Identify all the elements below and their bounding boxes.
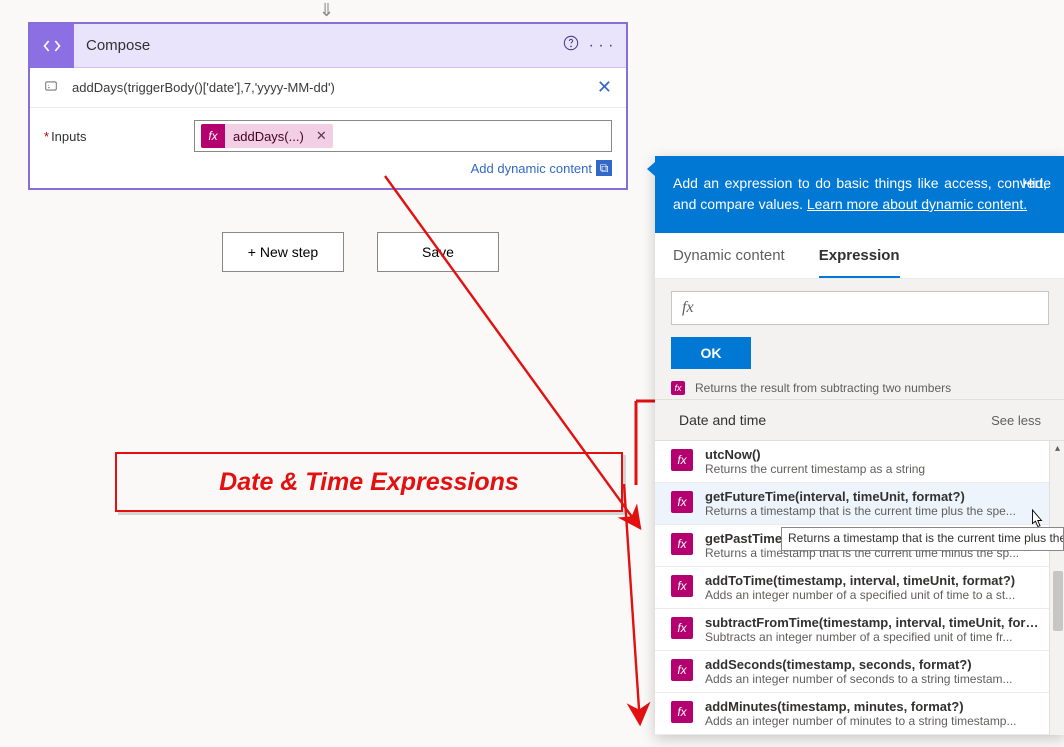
func-utcnow[interactable]: fx utcNow()Returns the current timestamp… — [655, 441, 1064, 483]
ok-button[interactable]: OK — [671, 337, 751, 369]
token-text: addDays(...) — [225, 129, 310, 144]
more-icon[interactable]: · · · — [586, 37, 616, 55]
category-date-time: Date and time See less — [655, 399, 1064, 441]
compose-card: Compose · · · addDays(triggerBody()['dat… — [28, 22, 628, 190]
func-addseconds[interactable]: fx addSeconds(timestamp, seconds, format… — [655, 651, 1064, 693]
scroll-up-icon[interactable]: ▴ — [1050, 441, 1064, 457]
ok-row: OK — [655, 337, 1064, 381]
inputs-label: *Inputs — [44, 129, 194, 144]
fx-icon: fx — [671, 381, 685, 395]
prev-category-tail: fx Returns the result from subtracting t… — [655, 381, 1064, 399]
expression-panel: Add an expression to do basic things lik… — [655, 156, 1064, 735]
clear-expression-icon[interactable]: ✕ — [597, 77, 612, 98]
fx-icon: fx — [671, 533, 693, 555]
func-addtotime[interactable]: fx addToTime(timestamp, interval, timeUn… — [655, 567, 1064, 609]
expression-input-wrap: fx — [655, 279, 1064, 337]
action-buttons: + New step Save — [222, 232, 499, 272]
expression-token[interactable]: fx addDays(...) ✕ — [201, 124, 333, 148]
add-dynamic-content-link[interactable]: Add dynamic content⧉ — [30, 154, 626, 188]
expression-text-input[interactable] — [702, 300, 1038, 317]
tab-expression[interactable]: Expression — [819, 233, 900, 278]
fx-prefix-icon: fx — [682, 299, 694, 317]
fx-icon: fx — [671, 659, 693, 681]
expression-preview-text: addDays(triggerBody()['date'],7,'yyyy-MM… — [62, 80, 597, 95]
fx-icon: fx — [201, 124, 225, 148]
expression-indicator-icon — [44, 79, 62, 96]
fx-icon: fx — [671, 575, 693, 597]
annotation-callout: Date & Time Expressions — [115, 452, 623, 512]
func-addminutes[interactable]: fx addMinutes(timestamp, minutes, format… — [655, 693, 1064, 735]
func-getfuturetime[interactable]: fx getFutureTime(interval, timeUnit, for… — [655, 483, 1064, 525]
expression-preview-row: addDays(triggerBody()['date'],7,'yyyy-MM… — [30, 68, 626, 108]
cursor-icon — [1028, 508, 1046, 533]
inputs-field[interactable]: fx addDays(...) ✕ — [194, 120, 612, 152]
function-list-scrollbar[interactable]: ▴ — [1049, 441, 1064, 735]
panel-header: Add an expression to do basic things lik… — [655, 159, 1064, 233]
expression-input[interactable]: fx — [671, 291, 1049, 325]
fx-icon: fx — [671, 701, 693, 723]
fx-icon: fx — [671, 449, 693, 471]
compose-header[interactable]: Compose · · · — [30, 24, 626, 68]
panel-tabs: Dynamic content Expression — [655, 233, 1064, 279]
learn-more-link[interactable]: Learn more about dynamic content. — [807, 196, 1027, 212]
see-less-link[interactable]: See less — [991, 413, 1041, 428]
hide-panel-link[interactable]: Hide — [1022, 173, 1051, 194]
token-remove-icon[interactable]: ✕ — [310, 128, 333, 144]
function-list: fx utcNow()Returns the current timestamp… — [655, 441, 1064, 735]
connector-arrow-icon: ⇓ — [319, 0, 333, 22]
scroll-thumb[interactable] — [1053, 571, 1063, 631]
compose-title: Compose — [74, 37, 556, 54]
panel-pointer — [647, 162, 655, 176]
compose-icon — [30, 24, 74, 68]
inputs-row: *Inputs fx addDays(...) ✕ — [30, 108, 626, 154]
fx-icon: fx — [671, 491, 693, 513]
tab-dynamic-content[interactable]: Dynamic content — [673, 233, 785, 278]
hover-tooltip: Returns a timestamp that is the current … — [781, 527, 1064, 551]
new-step-button[interactable]: + New step — [222, 232, 344, 272]
fx-icon: fx — [671, 617, 693, 639]
help-icon[interactable] — [556, 35, 586, 56]
func-subtractfromtime[interactable]: fx subtractFromTime(timestamp, interval,… — [655, 609, 1064, 651]
plus-icon: ⧉ — [596, 160, 612, 176]
save-button[interactable]: Save — [377, 232, 499, 272]
